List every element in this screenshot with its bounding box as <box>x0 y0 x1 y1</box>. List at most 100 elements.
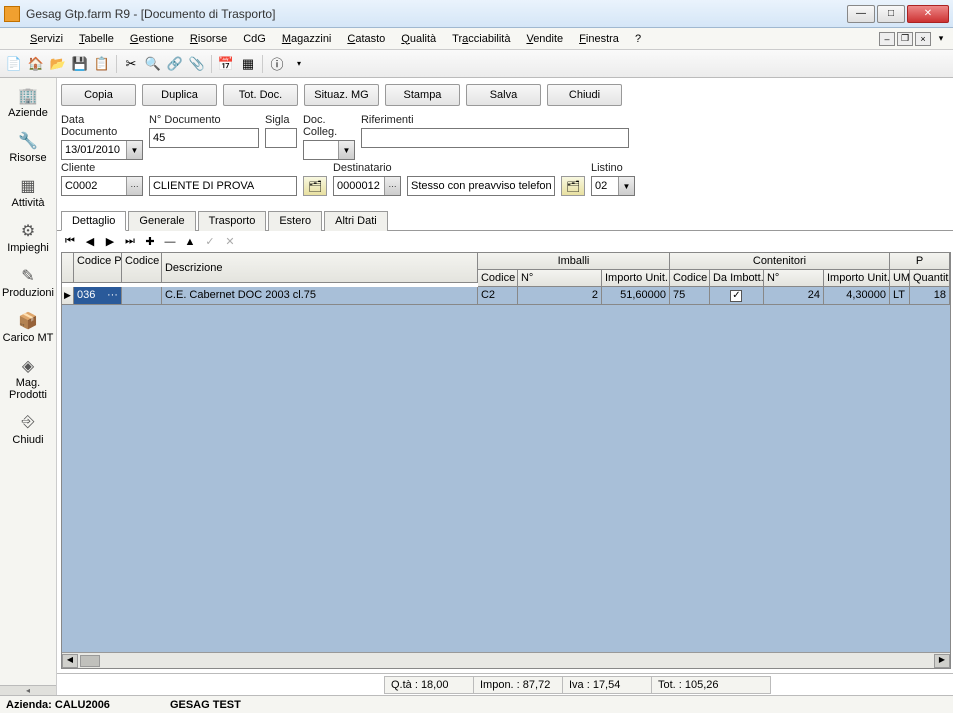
chiudi-button[interactable]: Chiudi <box>547 84 622 106</box>
riferimenti-input[interactable] <box>361 128 629 148</box>
tab-estero[interactable]: Estero <box>268 211 322 231</box>
cell-qta[interactable]: 18 <box>910 287 950 305</box>
col-imb-n[interactable]: N° <box>518 270 602 287</box>
maximize-button[interactable]: □ <box>877 5 905 23</box>
close-button[interactable]: ✕ <box>907 5 949 23</box>
col-descrizione[interactable]: Descrizione <box>162 253 478 283</box>
horizontal-scrollbar[interactable]: ◀ ▶ <box>62 652 950 668</box>
nav-prev-icon[interactable]: ◀ <box>83 235 97 248</box>
tab-altridati[interactable]: Altri Dati <box>324 211 388 231</box>
cell-codprod[interactable]: 036 ··· <box>74 287 122 305</box>
minimize-button[interactable]: — <box>847 5 875 23</box>
tool-search-icon[interactable]: 🔍 <box>143 54 163 74</box>
sidebar-chiudi[interactable]: ⎆Chiudi <box>0 407 56 452</box>
mdi-restore-button[interactable]: ❐ <box>897 32 913 46</box>
tab-dettaglio[interactable]: Dettaglio <box>61 211 126 231</box>
tool-cut-icon[interactable]: ✂ <box>121 54 141 74</box>
menu-servizi[interactable]: Servizi <box>22 31 71 47</box>
tab-trasporto[interactable]: Trasporto <box>198 211 267 231</box>
dest-code-input[interactable]: 0000012··· <box>333 176 401 196</box>
dest-name-input[interactable]: Stesso con preavviso telefonic <box>407 176 555 196</box>
col-con-daimbott[interactable]: Da Imbott. <box>710 270 764 287</box>
menu-vendite[interactable]: Vendite <box>518 31 571 47</box>
salva-button[interactable]: Salva <box>466 84 541 106</box>
scroll-thumb[interactable] <box>80 655 100 667</box>
menu-cdg[interactable]: CdG <box>235 31 274 47</box>
mdi-minimize-button[interactable]: – <box>879 32 895 46</box>
mdi-dropdown-icon[interactable]: ▾ <box>933 32 949 46</box>
sidebar-aziende[interactable]: 🏢Aziende <box>0 80 56 125</box>
sidebar-collapse-button[interactable]: ◂ <box>0 685 56 695</box>
nav-next-icon[interactable]: ▶ <box>103 235 117 248</box>
copia-button[interactable]: Copia <box>61 84 136 106</box>
tool-info-icon[interactable]: ⓘ <box>267 54 287 74</box>
cell-imb-cod[interactable]: C2 <box>478 287 518 305</box>
cell-imb-imp[interactable]: 51,60000 <box>602 287 670 305</box>
cell-um[interactable]: LT <box>890 287 910 305</box>
tool-home-icon[interactable]: 🏠 <box>26 54 46 74</box>
totdoc-button[interactable]: Tot. Doc. <box>223 84 298 106</box>
table-row[interactable]: ▶ 036 ··· C.E. Cabernet DOC 2003 cl.75 C… <box>62 287 950 305</box>
doccolleg-input[interactable]: ▼ <box>303 140 355 160</box>
duplica-button[interactable]: Duplica <box>142 84 217 106</box>
tool-attach-icon[interactable]: 📎 <box>187 54 207 74</box>
col-con-codice[interactable]: Codice <box>670 270 710 287</box>
cell-codspesa[interactable] <box>122 287 162 305</box>
nav-remove-icon[interactable]: — <box>163 236 177 248</box>
sidebar-mag-prodotti[interactable]: ◈Mag. Prodotti <box>0 350 56 407</box>
col-imb-importo[interactable]: Importo Unit. <box>602 270 670 287</box>
listino-input[interactable]: 02▼ <box>591 176 635 196</box>
menu-gestione[interactable]: Gestione <box>122 31 182 47</box>
grid-body[interactable]: ▶ 036 ··· C.E. Cabernet DOC 2003 cl.75 C… <box>62 287 950 652</box>
cell-con-imb[interactable]: ✓ <box>710 287 764 305</box>
tool-calendar-icon[interactable]: 📅 <box>216 54 236 74</box>
nav-up-icon[interactable]: ▲ <box>183 236 197 248</box>
cell-con-imp[interactable]: 4,30000 <box>824 287 890 305</box>
sidebar-attivita[interactable]: ▦Attività <box>0 170 56 215</box>
scroll-left-icon[interactable]: ◀ <box>62 654 78 668</box>
sidebar-risorse[interactable]: 🔧Risorse <box>0 125 56 170</box>
col-quantita[interactable]: Quantità <box>910 270 950 287</box>
nav-cancel-icon[interactable]: ✕ <box>223 235 237 248</box>
menu-tabelle[interactable]: Tabelle <box>71 31 122 47</box>
cell-descr[interactable]: C.E. Cabernet DOC 2003 cl.75 <box>162 287 478 305</box>
tool-save-icon[interactable]: 💾 <box>70 54 90 74</box>
nav-last-icon[interactable]: ⏭ <box>123 235 137 248</box>
tool-link-icon[interactable]: 🔗 <box>165 54 185 74</box>
menu-catasto[interactable]: Catasto <box>339 31 393 47</box>
tab-generale[interactable]: Generale <box>128 211 195 231</box>
menu-tracciabilita[interactable]: Tracciabilità <box>444 31 518 47</box>
tool-dropdown-icon[interactable]: ▾ <box>289 54 309 74</box>
sigla-input[interactable] <box>265 128 297 148</box>
dropdown-icon[interactable]: ▼ <box>618 177 634 195</box>
menu-help[interactable]: ? <box>627 31 649 47</box>
nav-edit-icon[interactable]: ✓ <box>203 235 217 248</box>
nav-add-icon[interactable]: ✚ <box>143 235 157 248</box>
menu-risorse[interactable]: Risorse <box>182 31 235 47</box>
ndoc-input[interactable]: 45 <box>149 128 259 148</box>
ellipsis-icon[interactable]: ··· <box>126 177 142 195</box>
menu-finestra[interactable]: Finestra <box>571 31 627 47</box>
col-um[interactable]: UM <box>890 270 910 287</box>
menu-qualita[interactable]: Qualità <box>393 31 444 47</box>
col-con-n[interactable]: N° <box>764 270 824 287</box>
situazmg-button[interactable]: Situaz. MG <box>304 84 379 106</box>
col-imb-codice[interactable]: Codice <box>478 270 518 287</box>
tool-grid-icon[interactable]: ▦ <box>238 54 258 74</box>
scroll-right-icon[interactable]: ▶ <box>934 654 950 668</box>
col-con-importo[interactable]: Importo Unit. <box>824 270 890 287</box>
stampa-button[interactable]: Stampa <box>385 84 460 106</box>
cliente-name-input[interactable]: CLIENTE DI PROVA <box>149 176 297 196</box>
menu-magazzini[interactable]: Magazzini <box>274 31 340 47</box>
cell-con-n[interactable]: 24 <box>764 287 824 305</box>
dropdown-icon[interactable]: ▼ <box>338 141 354 159</box>
cliente-lookup-button[interactable]: 🗂 <box>303 176 327 196</box>
col-codice-spesa[interactable]: Codice Spesa <box>122 253 162 283</box>
nav-first-icon[interactable]: ⏮ <box>63 235 77 248</box>
cell-imb-n[interactable]: 2 <box>518 287 602 305</box>
datadoc-input[interactable]: 13/01/2010▼ <box>61 140 143 160</box>
dest-lookup-button[interactable]: 🗂 <box>561 176 585 196</box>
cell-con-cod[interactable]: 75 <box>670 287 710 305</box>
col-codice-prodotto[interactable]: Codice Prodotto <box>74 253 122 283</box>
sidebar-produzioni[interactable]: ✎Produzioni <box>0 260 56 305</box>
